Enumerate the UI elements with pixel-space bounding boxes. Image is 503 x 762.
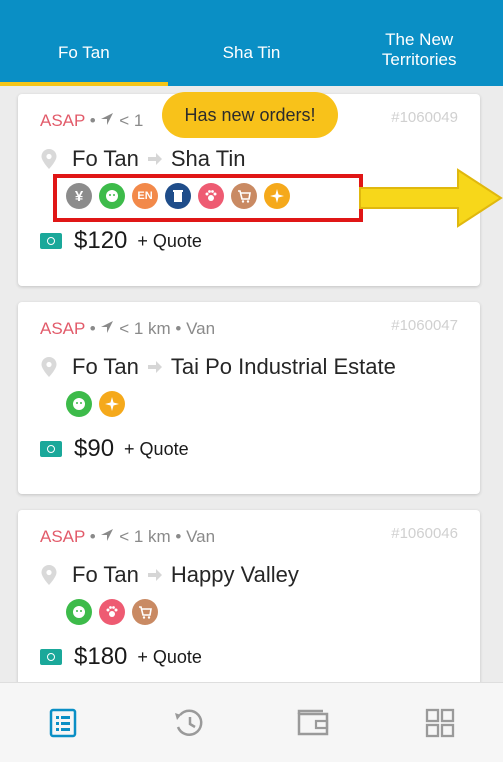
price-row: $180 + Quote — [40, 643, 202, 671]
wallet-icon — [298, 709, 329, 735]
order-number: #1060047 — [391, 317, 458, 334]
pet-face-icon — [66, 599, 92, 625]
location-arrow-icon — [101, 529, 114, 541]
price-amount: $180 — [74, 643, 128, 670]
order-meta: ASAP • < 1 — [40, 111, 144, 130]
distance-text: < 1 km • Van — [119, 319, 216, 338]
route-arrow-icon — [147, 361, 162, 373]
price-row: $120 + Quote — [40, 227, 202, 255]
location-arrow-icon — [101, 113, 114, 125]
distance-text: < 1 — [119, 111, 144, 130]
order-meta: ASAP • < 1 km • Van — [40, 319, 216, 338]
sparkle-icon — [99, 391, 125, 417]
service-icons — [66, 599, 158, 625]
history-icon — [174, 708, 203, 736]
route-origin: Fo Tan — [72, 354, 139, 379]
cart-icon — [132, 599, 158, 625]
bottom-navigation — [0, 682, 503, 762]
region-tab-bar: Fo Tan Sha Tin The New Territories — [0, 0, 503, 86]
order-card[interactable]: ASAP • < 1 km • Van #1060047 Fo Tan Tai … — [18, 302, 480, 494]
map-pin-icon — [41, 357, 57, 377]
route-destination: Sha Tin — [170, 146, 246, 171]
nav-history[interactable] — [126, 683, 252, 762]
order-number: #1060049 — [391, 109, 458, 126]
service-icons — [66, 391, 125, 417]
distance-text: < 1 km • Van — [119, 527, 216, 546]
location-arrow-icon — [101, 321, 114, 333]
tab-fo-tan[interactable]: Fo Tan — [0, 0, 168, 86]
order-card[interactable]: ASAP • < 1 km • Van #1060046 Fo Tan Happ… — [18, 510, 480, 702]
price-amount: $90 — [74, 435, 115, 462]
quote-label: + Quote — [124, 438, 189, 459]
tab-new-territories[interactable]: The New Territories — [335, 0, 503, 86]
service-icons-highlight-box — [53, 174, 363, 222]
route-destination: Tai Po Industrial Estate — [170, 354, 396, 379]
quote-label: + Quote — [137, 230, 202, 251]
route-arrow-icon — [147, 153, 162, 165]
price-amount: $120 — [74, 227, 128, 254]
asap-label: ASAP — [40, 111, 86, 130]
order-number: #1060046 — [391, 525, 458, 542]
callout-arrow-icon — [359, 168, 503, 228]
quote-label: + Quote — [137, 646, 202, 667]
nav-orders[interactable] — [0, 683, 126, 762]
map-pin-icon — [41, 565, 57, 585]
money-icon — [40, 441, 62, 457]
tab-sha-tin[interactable]: Sha Tin — [168, 0, 336, 86]
route-origin: Fo Tan — [72, 562, 139, 587]
new-orders-banner[interactable]: Has new orders! — [162, 92, 338, 138]
asap-label: ASAP — [40, 319, 86, 338]
route-origin: Fo Tan — [72, 146, 139, 171]
route-arrow-icon — [147, 569, 162, 581]
order-route: Fo Tan Tai Po Industrial Estate — [40, 354, 396, 380]
order-meta: ASAP • < 1 km • Van — [40, 527, 216, 546]
money-icon — [40, 649, 62, 665]
order-route: Fo Tan Sha Tin — [40, 146, 245, 172]
price-row: $90 + Quote — [40, 435, 189, 463]
map-pin-icon — [41, 149, 57, 169]
route-destination: Happy Valley — [170, 562, 299, 587]
nav-wallet[interactable] — [252, 683, 378, 762]
pet-paw-icon — [99, 599, 125, 625]
nav-more[interactable] — [377, 683, 503, 762]
money-icon — [40, 233, 62, 249]
orders-list-icon — [49, 708, 77, 737]
grid-menu-icon — [425, 708, 455, 737]
asap-label: ASAP — [40, 527, 86, 546]
order-route: Fo Tan Happy Valley — [40, 562, 299, 588]
pet-face-icon — [66, 391, 92, 417]
